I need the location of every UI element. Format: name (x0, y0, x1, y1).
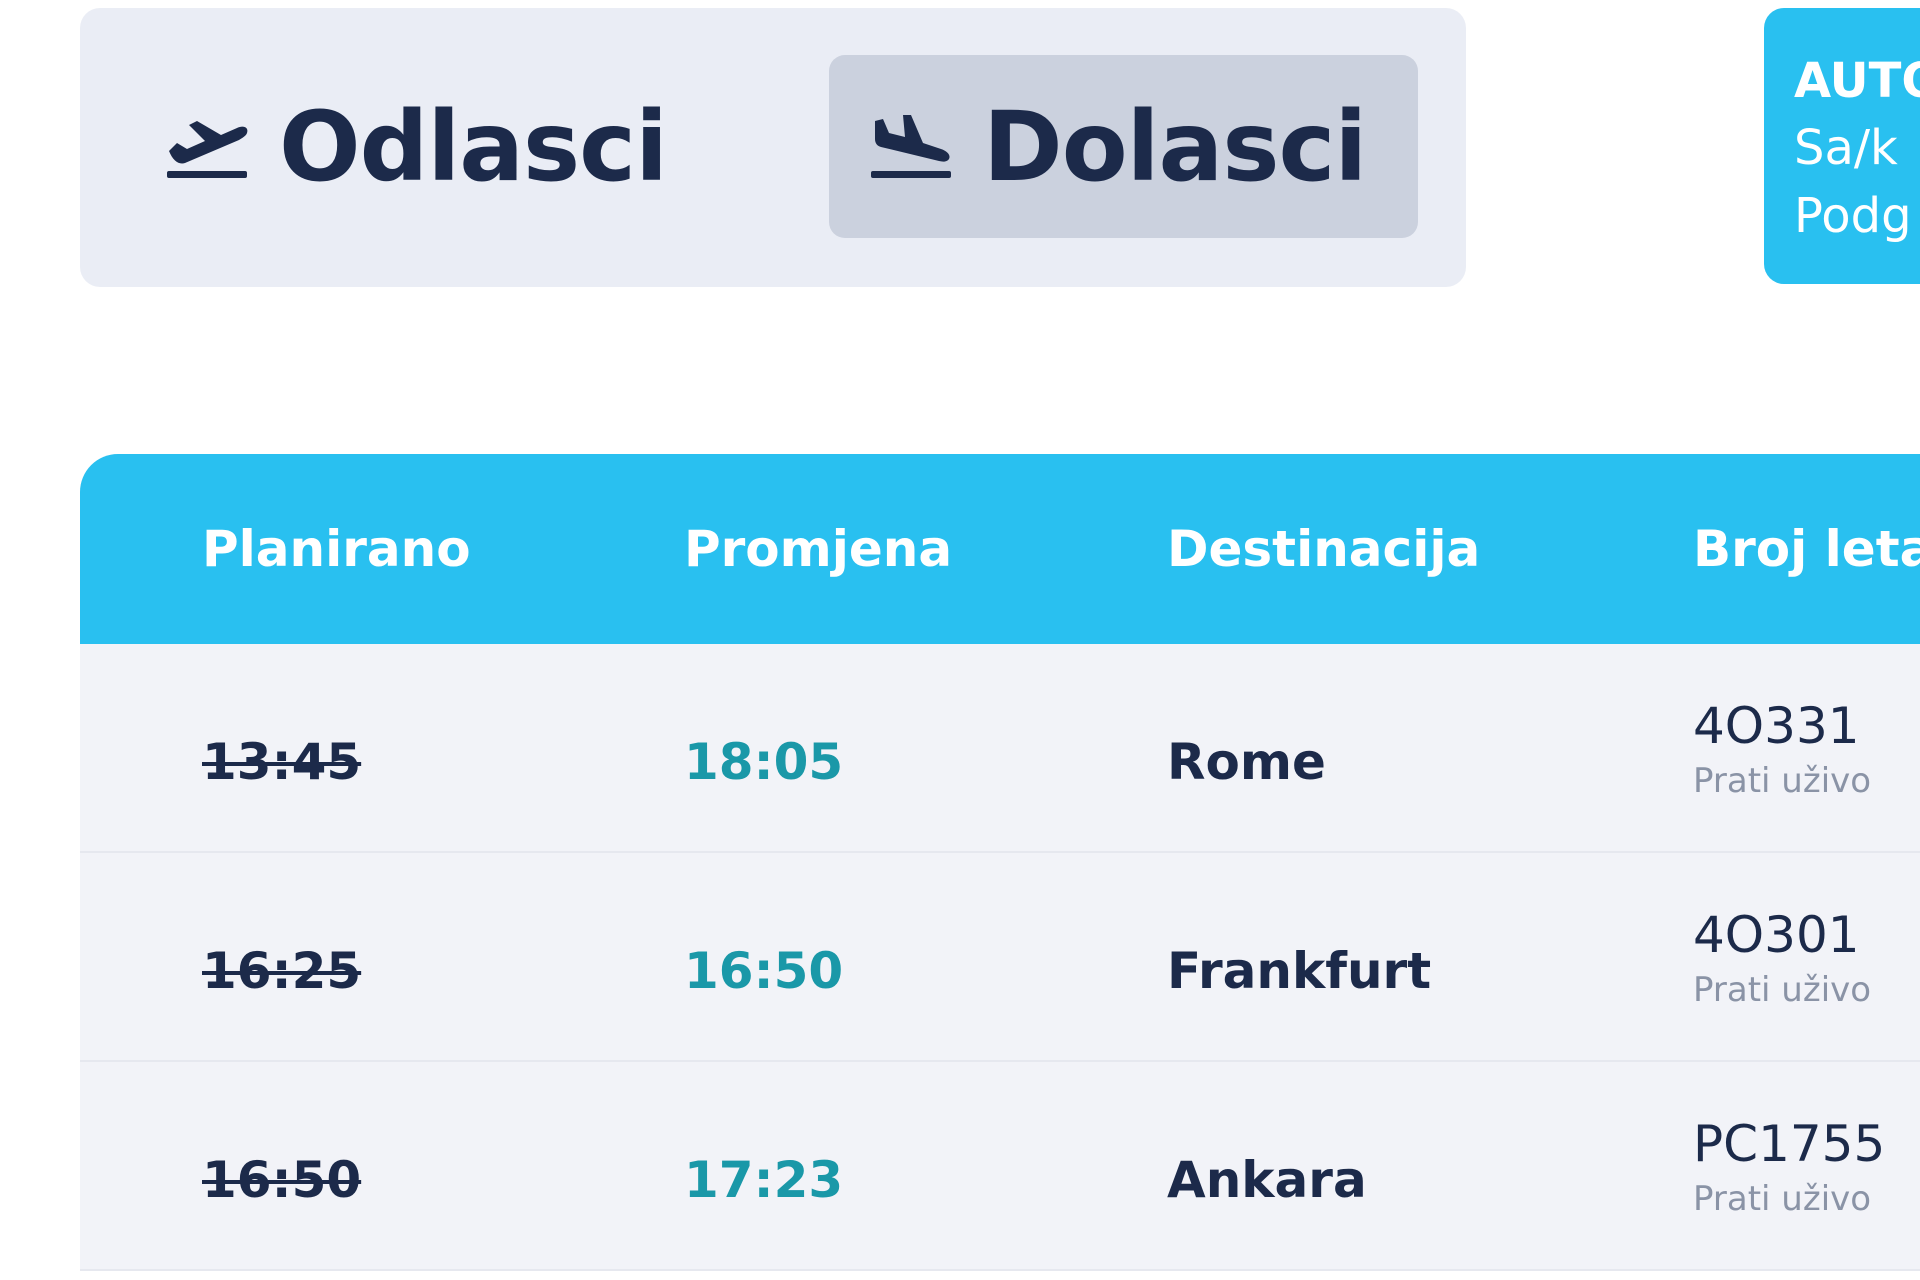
changed-time: 17:23 (684, 1151, 844, 1209)
flight-number: PC1755 (1693, 1115, 1886, 1173)
arrivals-table: Planirano Promjena Destinacija Broj leta… (80, 454, 1920, 1280)
planned-time: 16:25 (202, 942, 362, 1000)
plane-landing-icon (871, 114, 951, 178)
flight-cell: 4O331 Prati uživo (1693, 696, 1871, 804)
header-changed: Promjena (684, 520, 953, 578)
info-card-line-1: Sa/k (1794, 120, 1898, 176)
destination: Ankara (1167, 1151, 1367, 1209)
header-destination: Destinacija (1167, 520, 1481, 578)
header-planned: Planirano (202, 520, 471, 578)
destination: Frankfurt (1167, 942, 1432, 1000)
info-card-line-2: Podg (1794, 188, 1912, 244)
planned-time: 13:45 (202, 733, 362, 791)
track-live-link[interactable]: Prati uživo (1693, 1176, 1885, 1222)
destination: Rome (1167, 733, 1326, 791)
page: Odlasci Dolasci AUTO Sa/k Podg Planirano… (0, 0, 1920, 1280)
plane-takeoff-icon (167, 120, 248, 178)
header-flight-number: Broj leta (1693, 520, 1920, 578)
flight-cell: 4O301 Prati uživo (1693, 905, 1871, 1013)
flight-cell: PC1755 Prati uživo (1693, 1114, 1885, 1222)
tab-departures[interactable]: Odlasci (165, 55, 705, 238)
table-row: 13:45 18:05 Rome 4O331 Prati uživo (80, 644, 1920, 853)
planned-time: 16:50 (202, 1151, 362, 1209)
tab-departures-label: Odlasci (279, 90, 668, 203)
tab-arrivals[interactable]: Dolasci (829, 55, 1418, 238)
info-card-title: AUTO (1794, 53, 1920, 109)
changed-time: 16:50 (684, 942, 844, 1000)
table-row: 16:50 17:23 Ankara PC1755 Prati uživo (80, 1062, 1920, 1271)
changed-time: 18:05 (684, 733, 844, 791)
track-live-link[interactable]: Prati uživo (1693, 758, 1871, 804)
table-row: 16:25 16:50 Frankfurt 4O301 Prati uživo (80, 853, 1920, 1062)
flight-number: 4O301 (1693, 906, 1860, 964)
table-header: Planirano Promjena Destinacija Broj leta (80, 454, 1920, 644)
tab-arrivals-label: Dolasci (983, 90, 1367, 203)
track-live-link[interactable]: Prati uživo (1693, 967, 1871, 1013)
info-card[interactable]: AUTO Sa/k Podg (1764, 8, 1920, 284)
flight-number: 4O331 (1693, 697, 1860, 755)
flight-direction-tabs: Odlasci Dolasci (80, 8, 1466, 287)
